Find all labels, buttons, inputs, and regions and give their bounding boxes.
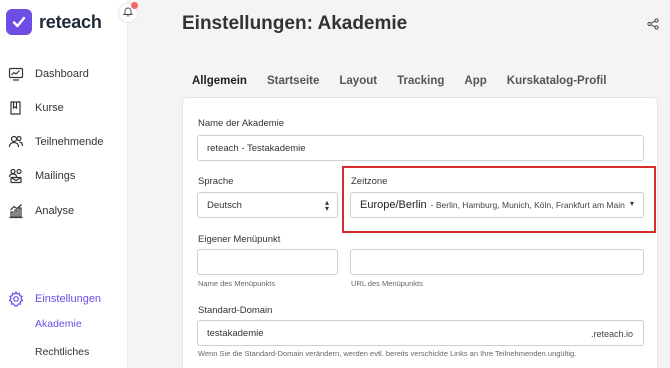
domain-input[interactable]: testakademie .reteach.io [197,320,644,346]
tab-app[interactable]: App [464,75,486,87]
tab-tracking[interactable]: Tracking [397,75,444,87]
sidebar-item-teilnehmende[interactable]: Teilnehmende [7,131,104,153]
domain-suffix: .reteach.io [590,329,633,339]
notification-button[interactable] [118,2,138,23]
notification-dot [131,2,138,9]
timezone-detail: - Berlin, Hamburg, Munich, Köln, Frankfu… [430,200,625,210]
sidebar-item-label: Kurse [35,102,64,114]
sidebar-item-einstellungen[interactable]: Einstellungen [7,288,101,310]
menu-url-hint: URL des Menüpunkts [351,279,423,288]
menu-name-hint: Name des Menüpunkts [198,279,276,288]
tab-bar: Allgemein Startseite Layout Tracking App… [192,75,626,87]
domain-hint: Wenn Sie die Standard-Domain verändern, … [198,349,577,358]
chevron-down-icon[interactable]: ▾ [627,199,638,208]
tab-layout[interactable]: Layout [339,75,377,87]
dashboard-icon [7,65,25,83]
sidebar-item-label: Teilnehmende [35,136,104,148]
academy-name-input[interactable]: reteach - Testakademie [197,135,644,161]
sidebar-item-mailings[interactable]: Mailings [7,165,75,187]
sidebar-item-kurse[interactable]: Kurse [7,97,64,119]
domain-value: testakademie [207,327,264,339]
sidebar-item-label: Dashboard [35,68,89,80]
sidebar-item-label: Mailings [35,170,76,182]
menu-label: Eigener Menüpunkt [198,234,281,245]
users-icon [7,133,25,151]
share-icon[interactable] [647,17,661,31]
tab-startseite[interactable]: Startseite [267,75,319,87]
academy-name-label: Name der Akademie [198,118,285,129]
menu-url-input[interactable] [350,249,644,275]
language-label: Sprache [198,176,234,187]
select-caret-icon: ▴ ▾ [324,198,329,213]
logo-icon [6,9,32,35]
gear-icon [7,290,25,308]
sidebar-subitem-rechtliches[interactable]: Rechtliches [35,346,89,358]
logo[interactable]: reteach [6,9,102,35]
sidebar-subitem-akademie[interactable]: Akademie [35,318,82,330]
sidebar-item-label: Einstellungen [35,293,102,305]
brand-name: reteach [39,11,102,32]
page-title: Einstellungen: Akademie [182,13,408,34]
domain-label: Standard-Domain [198,305,273,316]
chart-icon [7,202,25,220]
sidebar: reteach Dashboard Kurse Teilnehmende Mai… [0,0,128,368]
sidebar-item-analyse[interactable]: Analyse [7,200,74,222]
tab-kurskatalog-profil[interactable]: Kurskatalog-Profil [507,75,607,87]
sidebar-item-label: Analyse [35,205,75,217]
book-icon [7,99,25,117]
sidebar-item-dashboard[interactable]: Dashboard [7,63,89,85]
language-value: Deutsch [207,199,242,211]
menu-name-input[interactable] [197,249,338,275]
timezone-label: Zeitzone [351,176,388,187]
language-select[interactable]: Deutsch ▴ ▾ [197,192,338,218]
timezone-select[interactable]: Europe/Berlin - Berlin, Hamburg, Munich,… [350,192,644,218]
timezone-value: Europe/Berlin [360,199,427,211]
mail-users-icon [7,167,25,185]
tab-allgemein[interactable]: Allgemein [192,75,247,87]
